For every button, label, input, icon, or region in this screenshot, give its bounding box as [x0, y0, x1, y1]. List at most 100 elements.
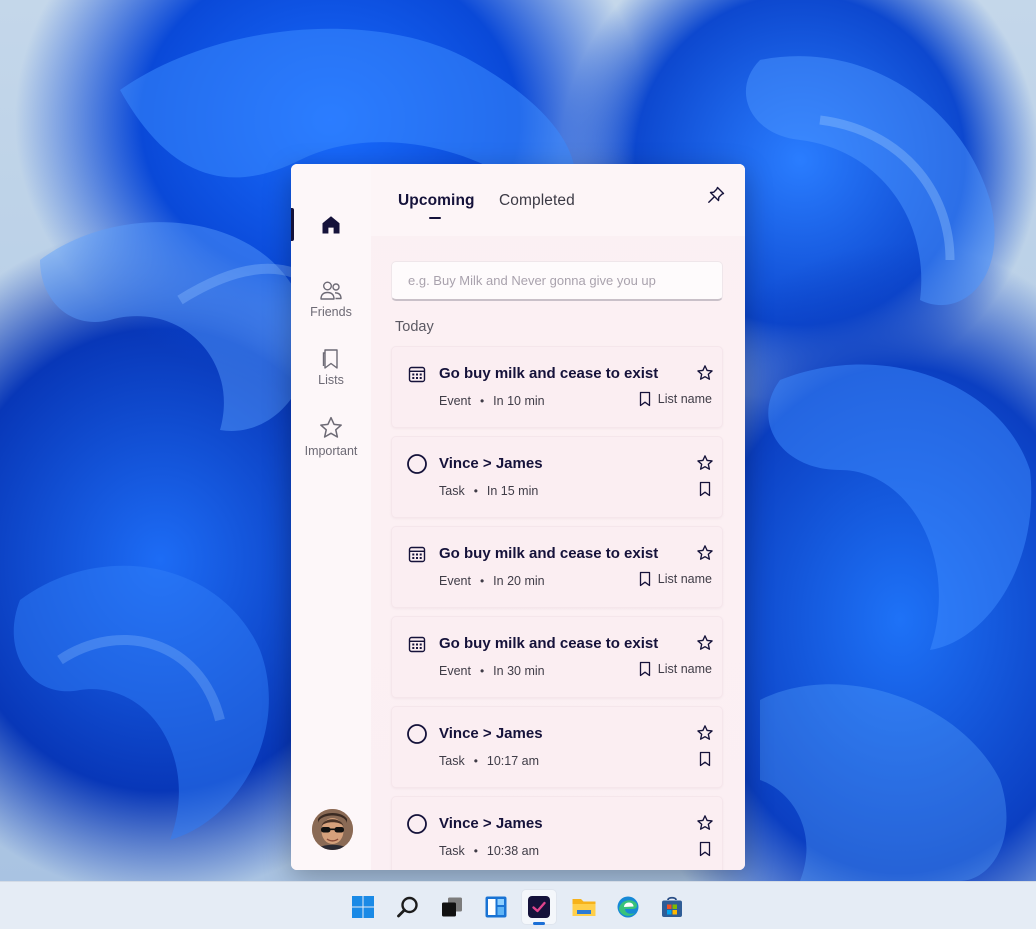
section-heading-today: Today — [395, 319, 434, 335]
task-view-icon — [442, 897, 462, 917]
item-list-link[interactable] — [698, 841, 712, 857]
store-icon — [662, 896, 682, 917]
todo-app-window: Friends Lists Important Upcoming Complet… — [291, 164, 745, 870]
favorite-button[interactable] — [694, 812, 716, 834]
star-icon — [697, 365, 713, 380]
edge-browser-icon — [617, 896, 639, 918]
star-icon — [697, 545, 713, 560]
favorite-button[interactable] — [694, 722, 716, 744]
item-meta: Event • In 20 min — [439, 574, 545, 588]
tab-active-underline — [429, 217, 441, 219]
bookmark-icon — [639, 661, 650, 677]
item-list-link[interactable]: List name — [638, 571, 712, 587]
windows-start-icon — [352, 896, 374, 918]
avatar[interactable] — [312, 809, 353, 850]
todo-app-icon — [528, 896, 550, 918]
list-item[interactable]: Go buy milk and cease to exist Event • I… — [391, 346, 723, 428]
favorite-button[interactable] — [694, 632, 716, 654]
list-item[interactable]: Go buy milk and cease to exist Event • I… — [391, 616, 723, 698]
item-title: Vince > James — [439, 455, 543, 472]
list-item[interactable]: Vince > James Task • 10:38 am — [391, 796, 723, 870]
item-time: In 10 min — [493, 394, 545, 408]
star-icon — [697, 815, 713, 830]
store-button[interactable] — [655, 890, 689, 924]
item-time: In 20 min — [493, 574, 545, 588]
edge-browser-button[interactable] — [611, 890, 645, 924]
list-item[interactable]: Go buy milk and cease to exist Event • I… — [391, 526, 723, 608]
star-icon — [697, 455, 713, 470]
search-input[interactable] — [391, 261, 723, 301]
todo-app-taskbar-button[interactable] — [522, 890, 556, 924]
complete-checkbox[interactable] — [406, 723, 428, 745]
pin-icon — [708, 186, 725, 203]
star-icon — [697, 635, 713, 650]
favorite-button[interactable] — [694, 542, 716, 564]
taskbar-search-button[interactable] — [391, 890, 425, 924]
meta-separator: • — [473, 484, 478, 498]
complete-checkbox[interactable] — [406, 453, 428, 475]
circle-checkbox-icon — [407, 814, 427, 834]
favorite-button[interactable] — [694, 362, 716, 384]
favorite-button[interactable] — [694, 452, 716, 474]
item-meta: Event • In 30 min — [439, 664, 545, 678]
item-list-link[interactable] — [698, 481, 712, 497]
sidebar-item-friends[interactable]: Friends — [291, 280, 371, 319]
tab-completed[interactable]: Completed — [499, 192, 575, 210]
item-type: Task — [439, 844, 465, 858]
sidebar-item-label: Friends — [310, 305, 352, 319]
pin-button[interactable] — [704, 183, 728, 207]
item-meta: Task • 10:17 am — [439, 754, 539, 768]
star-icon — [697, 725, 713, 740]
item-meta: Event • In 10 min — [439, 394, 545, 408]
bookmark-icon — [639, 571, 650, 587]
bookmark-icon — [699, 751, 711, 767]
calendar-icon — [406, 363, 428, 385]
widgets-button[interactable] — [479, 890, 513, 924]
item-meta: Task • In 15 min — [439, 484, 538, 498]
bookmark-icon — [322, 349, 338, 369]
bookmark-icon — [699, 481, 711, 497]
item-list-link[interactable]: List name — [638, 391, 712, 407]
people-icon — [320, 281, 342, 300]
star-icon — [320, 416, 342, 438]
complete-checkbox[interactable] — [406, 813, 428, 835]
item-title: Vince > James — [439, 725, 543, 742]
sidebar-item-important[interactable]: Important — [291, 415, 371, 458]
list-item[interactable]: Vince > James Task • 10:17 am — [391, 706, 723, 788]
task-view-button[interactable] — [435, 890, 469, 924]
header: Upcoming Completed — [371, 164, 745, 236]
sidebar-item-home[interactable] — [311, 206, 351, 244]
item-meta: Task • 10:38 am — [439, 844, 539, 858]
item-list-name: List name — [657, 662, 712, 676]
taskbar — [0, 881, 1036, 929]
sidebar: Friends Lists Important — [291, 164, 371, 870]
item-list-link[interactable] — [698, 751, 712, 767]
item-list-name: List name — [657, 572, 712, 586]
item-title: Vince > James — [439, 815, 543, 832]
file-explorer-icon — [572, 899, 596, 916]
tab-upcoming[interactable]: Upcoming — [398, 192, 475, 210]
sidebar-item-label: Important — [304, 444, 358, 458]
sidebar-item-lists[interactable]: Lists — [291, 348, 371, 387]
search-icon — [397, 896, 418, 918]
circle-checkbox-icon — [407, 724, 427, 744]
item-time: 10:17 am — [486, 754, 540, 768]
item-list-name: List name — [657, 392, 712, 406]
item-time: In 15 min — [486, 484, 539, 498]
avatar-face-icon — [312, 809, 353, 850]
circle-checkbox-icon — [407, 454, 427, 474]
calendar-icon — [406, 543, 428, 565]
sidebar-item-label: Lists — [318, 373, 344, 387]
item-time: 10:38 am — [486, 844, 540, 858]
list-item[interactable]: Vince > James Task • In 15 min — [391, 436, 723, 518]
item-list-link[interactable]: List name — [638, 661, 712, 677]
item-time: In 30 min — [493, 664, 545, 678]
item-title: Go buy milk and cease to exist — [439, 635, 659, 652]
item-type: Task — [439, 754, 465, 768]
file-explorer-button[interactable] — [567, 890, 601, 924]
main-panel: Upcoming Completed Today Go buy milk and… — [371, 164, 745, 870]
bookmark-icon — [699, 841, 711, 857]
windows-start-button[interactable] — [346, 890, 380, 924]
widgets-icon — [485, 896, 507, 918]
meta-separator: • — [473, 844, 478, 858]
